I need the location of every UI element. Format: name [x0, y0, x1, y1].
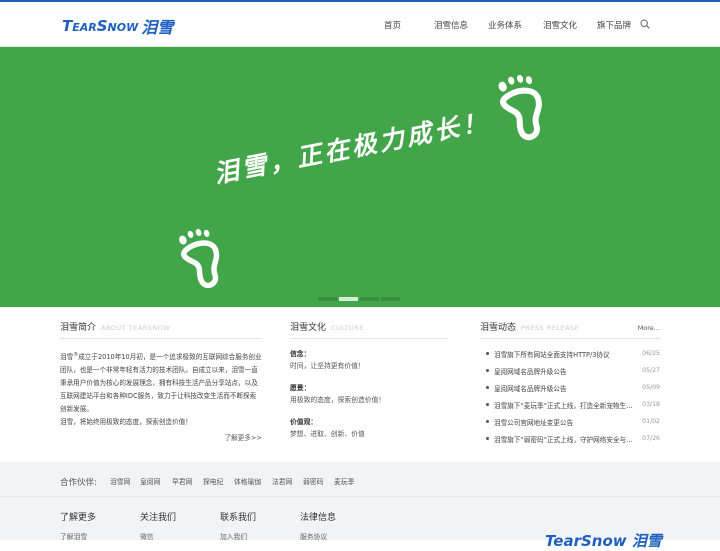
news-header: 泪雪动态 PRESS RELEASE More...: [480, 320, 660, 339]
about-text: 泪雪®成立于2010年10月初，是一个追求极致的互联网综合服务创业团队，也是一个…: [60, 352, 262, 427]
about-title: 泪雪简介: [60, 323, 97, 333]
partners-label: 合作伙伴:: [60, 478, 97, 488]
news-item[interactable]: 皇阅网域名品牌升级公告 05/09: [480, 379, 660, 396]
bullet-icon: [486, 369, 489, 372]
carousel-dots: [318, 297, 400, 301]
footer-col-follow: 关注我们 微信: [140, 513, 177, 541]
partner-link[interactable]: 探电纪: [203, 476, 223, 486]
footprint-icon: [179, 228, 220, 289]
banner-slogan: 泪雪，正在极力成长！: [211, 106, 492, 189]
news-item[interactable]: 泪雪旗下“麦玩季”正式上线，打造全新宠物生… 03/18: [480, 396, 660, 413]
news-item[interactable]: 泪雪旗下“弱密码”正式上线，守护网络安全与… 07/26: [480, 430, 660, 447]
footer-logo: TearSnow 泪雪: [545, 532, 662, 550]
partner-link[interactable]: 皇阅网: [140, 476, 160, 486]
site-logo[interactable]: TEARSNOW 泪雪: [62, 14, 173, 38]
culture-section: 泪雪文化 CULTURE 信念： 时间，让坚持更有价值！ 愿景： 用极致的态度，…: [290, 320, 448, 450]
footer-col-contact: 联系我们 加入我们: [220, 513, 257, 541]
carousel-dot-2[interactable]: [339, 297, 358, 301]
bullet-icon: [486, 352, 489, 355]
culture-values-label: 价值观：: [290, 418, 318, 426]
site-footer: 了解更多 了解泪雪 关注我们 微信 联系我们 加入我们 法律信息 服务协议 Te…: [0, 497, 720, 550]
bullet-icon: [486, 386, 489, 389]
news-item[interactable]: 泪雪公司官网地址变更公告 01/02: [480, 413, 660, 430]
hero-banner[interactable]: 泪雪，正在极力成长！: [0, 47, 720, 307]
news-title: 泪雪动态: [480, 323, 517, 333]
about-header: 泪雪简介 ABOUT TEARSNOW: [60, 320, 262, 339]
culture-belief-value: 时间，让坚持更有价值！: [290, 362, 365, 370]
culture-header: 泪雪文化 CULTURE: [290, 320, 448, 339]
nav-business[interactable]: 业务体系: [488, 19, 522, 31]
partner-link[interactable]: 法君网: [272, 476, 292, 486]
nav-home[interactable]: 首页: [384, 19, 401, 31]
culture-vision-label: 愿景：: [290, 384, 311, 392]
partner-link[interactable]: 早君网: [172, 476, 192, 486]
bullet-icon: [486, 437, 489, 440]
news-list: 泪雪旗下所有网站全面支持HTTP/3协议 06/25 皇阅网域名品牌升级公告 05/…: [480, 345, 660, 447]
nav-culture[interactable]: 泪雪文化: [543, 19, 577, 31]
carousel-dot-1[interactable]: [318, 297, 337, 301]
culture-subtitle: CULTURE: [331, 324, 364, 332]
bullet-icon: [486, 403, 489, 406]
nav-brands[interactable]: 旗下品牌: [597, 19, 631, 31]
footer-col-legal: 法律信息 服务协议: [300, 513, 337, 541]
partner-link[interactable]: 弱密码: [303, 476, 323, 486]
news-item[interactable]: 泪雪旗下所有网站全面支持HTTP/3协议 06/25: [480, 345, 660, 362]
culture-vision-value: 用极致的态度，探索创造价值！: [290, 396, 386, 404]
footprint-icon: [498, 74, 542, 141]
partner-link[interactable]: 体格瑜伽: [234, 476, 261, 486]
partners-bar: 合作伙伴: 泪雪网 皇阅网 早君网 探电纪 体格瑜伽 法君网 弱密码 麦玩季: [0, 462, 720, 497]
carousel-dot-4[interactable]: [381, 297, 400, 301]
about-subtitle: ABOUT TEARSNOW: [101, 324, 171, 332]
news-section: 泪雪动态 PRESS RELEASE More... 泪雪旗下所有网站全面支持H…: [480, 320, 660, 447]
site-header: TEARSNOW 泪雪 首页 泪雪信息 业务体系 泪雪文化 旗下品牌: [0, 2, 720, 47]
logo-wordmark: TEARSNOW: [62, 17, 139, 35]
about-section: 泪雪简介 ABOUT TEARSNOW 泪雪®成立于2010年10月初，是一个追…: [60, 320, 262, 442]
search-icon[interactable]: [640, 19, 650, 29]
partner-link[interactable]: 麦玩季: [334, 476, 354, 486]
carousel-dot-3[interactable]: [360, 297, 379, 301]
bullet-icon: [486, 420, 489, 423]
news-more-link[interactable]: More...: [638, 324, 660, 332]
culture-belief-label: 信念：: [290, 350, 311, 358]
culture-body: 信念： 时间，让坚持更有价值！ 愿景： 用极致的态度，探索创造价值！ 价值观： …: [290, 348, 448, 440]
about-more-link[interactable]: 了解更多>>: [60, 432, 262, 442]
footer-col-more: 了解更多 了解泪雪: [60, 513, 97, 541]
news-subtitle: PRESS RELEASE: [521, 324, 580, 332]
culture-values-value: 梦想、进取、创新、价值: [290, 430, 365, 438]
culture-title: 泪雪文化: [290, 323, 327, 333]
logo-cjk: 泪雪: [141, 18, 174, 37]
nav-info[interactable]: 泪雪信息: [434, 19, 468, 31]
partner-link[interactable]: 泪雪网: [110, 476, 130, 486]
news-item[interactable]: 皇阅网域名品牌升级公告 05/27: [480, 362, 660, 379]
